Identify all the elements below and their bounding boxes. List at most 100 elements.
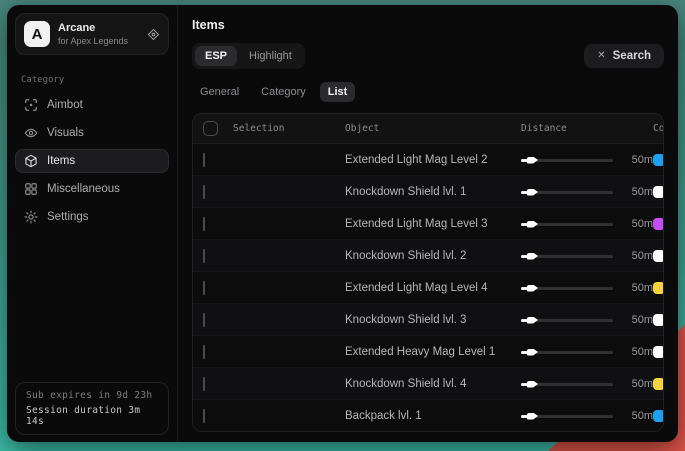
session-info-box: Sub expires in 9d 23h Session duration 3…	[15, 382, 169, 435]
color-swatch[interactable]	[653, 186, 664, 198]
sidebar-item-settings[interactable]: Settings	[15, 205, 169, 229]
sidebar-item-items[interactable]: Items	[15, 149, 169, 173]
color-swatch[interactable]	[653, 314, 664, 326]
distance-slider[interactable]	[521, 185, 613, 199]
distance-slider[interactable]	[521, 377, 613, 391]
color-swatch[interactable]	[653, 346, 664, 358]
search-button[interactable]: ✕ Search	[584, 44, 664, 68]
row-checkbox[interactable]	[203, 281, 205, 295]
sidebar: A Arcane for Apex Legends Category Aimbo…	[7, 5, 178, 442]
app-avatar: A	[24, 21, 50, 47]
distance-value: 50m	[617, 410, 653, 422]
slider-thumb-icon[interactable]	[527, 349, 538, 356]
distance-value: 50m	[617, 346, 653, 358]
table-row: Extended Light Mag Level 3 50m	[193, 208, 663, 240]
distance-value: 50m	[617, 378, 653, 390]
category-label: Category	[21, 75, 163, 85]
sidebar-item-miscellaneous[interactable]: Miscellaneous	[15, 177, 169, 201]
row-checkbox[interactable]	[203, 313, 205, 327]
color-swatch[interactable]	[653, 282, 664, 294]
select-all-checkbox[interactable]	[203, 121, 218, 136]
object-name: Knockdown Shield lvl. 3	[345, 314, 521, 326]
distance-value: 50m	[617, 250, 653, 262]
sidebar-item-label: Visuals	[47, 127, 84, 139]
distance-value: 50m	[617, 314, 653, 326]
sidebar-item-label: Miscellaneous	[47, 183, 120, 195]
row-checkbox[interactable]	[203, 249, 205, 263]
table-row: Knockdown Shield lvl. 2 50m	[193, 240, 663, 272]
color-swatch[interactable]	[653, 250, 664, 262]
row-checkbox[interactable]	[203, 153, 205, 167]
distance-slider[interactable]	[521, 153, 613, 167]
color-swatch[interactable]	[653, 218, 664, 230]
sidebar-item-aimbot[interactable]: Aimbot	[15, 93, 169, 117]
app-logo-card[interactable]: A Arcane for Apex Legends	[15, 13, 169, 55]
object-name: Knockdown Shield lvl. 1	[345, 186, 521, 198]
table-row: Knockdown Shield lvl. 3 50m	[193, 304, 663, 336]
table-row: Knockdown Shield lvl. 4 50m	[193, 368, 663, 400]
object-name: Extended Light Mag Level 2	[345, 154, 521, 166]
search-button-label: Search	[613, 50, 651, 62]
object-name: Extended Light Mag Level 4	[345, 282, 521, 294]
header-distance: Distance	[521, 123, 617, 134]
view-tab-category[interactable]: Category	[253, 82, 314, 102]
object-name: Knockdown Shield lvl. 2	[345, 250, 521, 262]
row-checkbox[interactable]	[203, 409, 205, 423]
items-table: Selection Object Distance Color Extended…	[192, 113, 664, 432]
distance-slider[interactable]	[521, 345, 613, 359]
sidebar-item-visuals[interactable]: Visuals	[15, 121, 169, 145]
crosshair-icon	[24, 98, 38, 112]
distance-slider[interactable]	[521, 409, 613, 423]
mode-tab-esp[interactable]: ESP	[195, 46, 237, 66]
table-row: Backpack lvl. 1 50m	[193, 400, 663, 431]
sidebar-item-label: Items	[47, 155, 75, 167]
slider-thumb-icon[interactable]	[527, 381, 538, 388]
distance-slider[interactable]	[521, 313, 613, 327]
header-color: Color	[653, 123, 664, 134]
app-subtitle: for Apex Legends	[58, 36, 139, 46]
color-swatch[interactable]	[653, 378, 664, 390]
distance-value: 50m	[617, 282, 653, 294]
slider-thumb-icon[interactable]	[527, 157, 538, 164]
slider-thumb-icon[interactable]	[527, 221, 538, 228]
object-name: Backpack lvl. 1	[345, 410, 521, 422]
row-checkbox[interactable]	[203, 377, 205, 391]
table-body: Extended Light Mag Level 2 50m Knockdown…	[193, 144, 663, 431]
sidebar-item-label: Settings	[47, 211, 89, 223]
object-name: Extended Heavy Mag Level 1	[345, 346, 521, 358]
table-row: Extended Light Mag Level 2 50m	[193, 144, 663, 176]
sidebar-nav: Aimbot Visuals Items Miscellaneous Setti…	[7, 89, 177, 233]
box-icon	[24, 154, 38, 168]
sidebar-item-label: Aimbot	[47, 99, 83, 111]
color-swatch[interactable]	[653, 154, 664, 166]
row-checkbox[interactable]	[203, 185, 205, 199]
grid-icon	[24, 182, 38, 196]
object-name: Knockdown Shield lvl. 4	[345, 378, 521, 390]
slider-thumb-icon[interactable]	[527, 413, 538, 420]
table-row: Extended Heavy Mag Level 1 50m	[193, 336, 663, 368]
slider-thumb-icon[interactable]	[527, 285, 538, 292]
table-row: Knockdown Shield lvl. 1 50m	[193, 176, 663, 208]
object-name: Extended Light Mag Level 3	[345, 218, 521, 230]
app-window: A Arcane for Apex Legends Category Aimbo…	[7, 5, 678, 442]
slider-thumb-icon[interactable]	[527, 189, 538, 196]
table-row: Extended Light Mag Level 4 50m	[193, 272, 663, 304]
app-name: Arcane	[58, 22, 139, 34]
distance-slider[interactable]	[521, 217, 613, 231]
view-tab-group: General Category List	[192, 82, 664, 102]
color-swatch[interactable]	[653, 410, 664, 422]
row-checkbox[interactable]	[203, 345, 205, 359]
view-tab-list[interactable]: List	[320, 82, 356, 102]
table-header-row: Selection Object Distance Color	[193, 114, 663, 144]
session-duration-text: Session duration 3m 14s	[26, 405, 158, 427]
view-tab-general[interactable]: General	[192, 82, 247, 102]
slider-thumb-icon[interactable]	[527, 253, 538, 260]
distance-slider[interactable]	[521, 281, 613, 295]
page-title: Items	[192, 18, 664, 32]
mode-tab-highlight[interactable]: Highlight	[239, 46, 302, 66]
row-checkbox[interactable]	[203, 217, 205, 231]
slider-thumb-icon[interactable]	[527, 317, 538, 324]
gem-icon[interactable]	[147, 28, 160, 41]
distance-slider[interactable]	[521, 249, 613, 263]
mode-tab-group: ESP Highlight	[192, 43, 305, 69]
